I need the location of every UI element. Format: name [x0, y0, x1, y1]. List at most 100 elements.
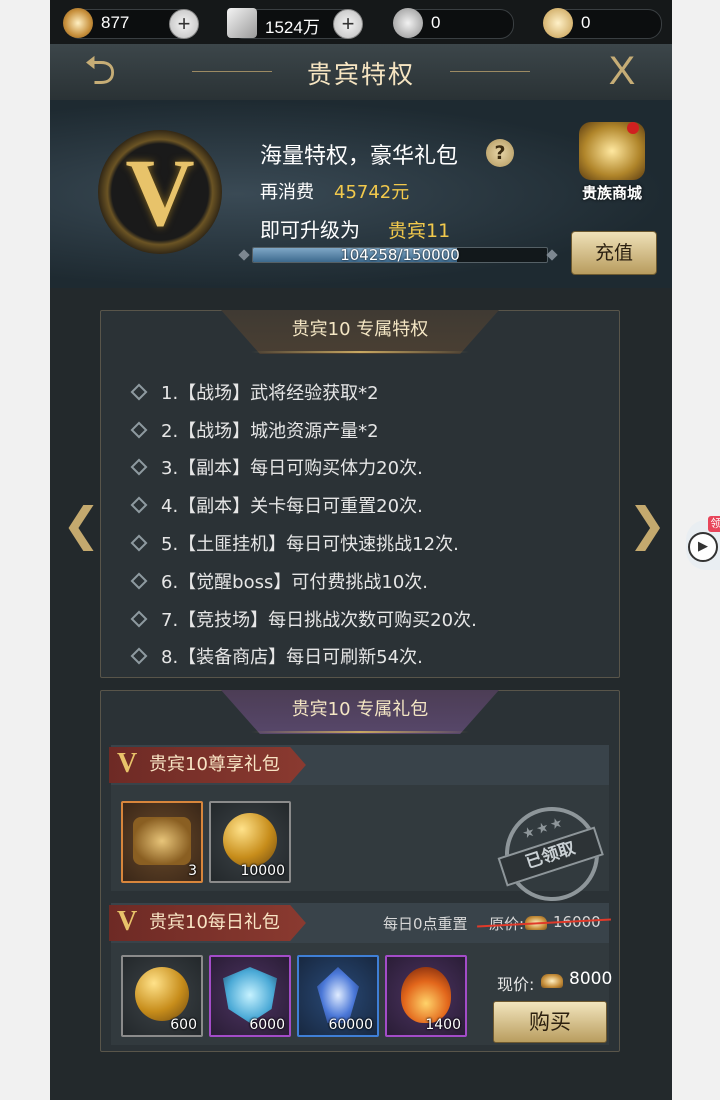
claimed-stamp: ★★★ 已领取 [492, 794, 612, 914]
item-count: 600 [170, 1017, 197, 1033]
privilege-text: 3.【副本】每日可购买体力20次. [161, 458, 423, 480]
diamond-bullet-icon [130, 647, 148, 665]
upgrade-label: 即可升级为 [260, 218, 360, 242]
item-count: 6000 [249, 1017, 285, 1033]
noble-shop-icon [579, 122, 645, 180]
wheat-icon [543, 8, 573, 38]
claim-tag: 领 [708, 516, 720, 532]
spend-label: 再消费 [260, 182, 314, 203]
diamond-bullet-icon [130, 421, 148, 439]
gift-item[interactable]: 1400 [385, 955, 467, 1037]
food-value: 0 [581, 13, 591, 32]
diamond-bullet-icon [130, 458, 148, 476]
item-count: 60000 [328, 1017, 373, 1033]
gift-item[interactable]: 600 [121, 955, 203, 1037]
coin-value: 0 [431, 13, 441, 32]
fire-orb-icon [401, 967, 451, 1023]
copper-ingot-icon [63, 8, 93, 38]
chevron-left-icon: ❮ [62, 497, 101, 551]
gift-item[interactable]: 6000 [209, 955, 291, 1037]
list-item: 6.【觉醒boss】可付费挑战10次. [130, 562, 477, 600]
item-count: 10000 [240, 863, 285, 879]
privilege-text: 2.【战场】城池资源产量*2 [161, 420, 379, 442]
app-window: 877 + 1524万 + 0 0 ⮌ 贵宾特权 X V 海量特权，豪华礼包 ?… [50, 0, 672, 1100]
silver-value: 1524万 [265, 18, 320, 37]
tab-underline [251, 351, 469, 353]
resource-coin: 0 [393, 8, 514, 39]
vip-headline: 海量特权，豪华礼包 [260, 144, 459, 169]
daily-gift-pack: 贵宾10每日礼包 V 每日0点重置 原价: 16000 600 6000 [109, 903, 613, 1045]
privilege-text: 7.【竞技场】每日挑战次数可购买20次. [161, 609, 477, 631]
diamond-bullet-icon [130, 610, 148, 628]
spend-value: 45742元 [334, 182, 410, 203]
vip-progress-bar: 104258/150000 [252, 247, 548, 263]
content-area: 贵宾10 专属特权 1.【战场】武将经验获取*2 2.【战场】城池资源产量*2 … [50, 288, 672, 1100]
privilege-text: 5.【土匪挂机】每日可快速挑战12次. [161, 534, 459, 556]
silver-ingot-icon [227, 8, 257, 38]
noble-shop-label: 贵族商城 [581, 184, 642, 202]
prev-vip-button[interactable]: ❮ [62, 496, 101, 552]
privileges-list: 1.【战场】武将经验获取*2 2.【战场】城池资源产量*2 3.【副本】每日可购… [130, 373, 477, 676]
pack-title: 贵宾10每日礼包 [109, 905, 306, 941]
pack-header: 贵宾10每日礼包 V 每日0点重置 原价: 16000 [109, 903, 611, 943]
list-item: 8.【装备商店】每日可刷新54次. [130, 638, 477, 676]
current-price-label: 现价: [497, 975, 535, 994]
add-copper-button[interactable]: + [169, 9, 199, 39]
privilege-text: 8.【装备商店】每日可刷新54次. [161, 647, 423, 669]
buy-button[interactable]: 购买 [493, 1001, 607, 1043]
upgrade-level: 贵宾11 [388, 220, 451, 242]
close-button[interactable]: X [572, 46, 672, 98]
ice-shield-icon [223, 967, 277, 1023]
help-icon[interactable]: ? [486, 139, 514, 167]
close-icon: X [608, 49, 636, 93]
privilege-text: 1.【战场】武将经验获取*2 [161, 382, 379, 404]
exclusive-gift-pack: 贵宾10尊享礼包 V 3 10000 ★★★ 已领取 [109, 745, 612, 914]
list-item: 7.【竞技场】每日挑战次数可购买20次. [130, 600, 477, 638]
vip-v-icon: V [117, 748, 138, 779]
pack-title: 贵宾10尊享礼包 [109, 747, 306, 783]
pack-header: 贵宾10尊享礼包 V [109, 745, 609, 785]
tab-underline [251, 731, 469, 733]
gift-item[interactable]: 10000 [209, 801, 291, 883]
treasure-chest-icon [133, 817, 191, 865]
chevron-right-icon: ❯ [628, 497, 667, 551]
play-icon: ▶ [688, 532, 718, 562]
privilege-text: 4.【副本】关卡每日可重置20次. [161, 496, 423, 518]
add-silver-button[interactable]: + [333, 9, 363, 39]
blue-crystal-icon [317, 967, 359, 1023]
progress-text: 104258/150000 [340, 247, 460, 263]
gift-item[interactable]: 3 [121, 801, 203, 883]
gold-orb-icon [135, 967, 189, 1021]
privileges-panel: 贵宾10 专属特权 1.【战场】武将经验获取*2 2.【战场】城池资源产量*2 … [100, 310, 620, 678]
gift-packs-tab-title: 贵宾10 专属礼包 [221, 690, 499, 734]
list-item: 1.【战场】武将经验获取*2 [130, 373, 477, 411]
diamond-bullet-icon [130, 534, 148, 552]
recharge-button[interactable]: 充值 [571, 231, 657, 275]
floating-widget[interactable]: ▶ 领 [686, 516, 720, 570]
progress-cap-left [238, 249, 250, 261]
privilege-text: 6.【觉醒boss】可付费挑战10次. [161, 571, 428, 593]
list-item: 4.【副本】关卡每日可重置20次. [130, 486, 477, 524]
list-item: 3.【副本】每日可购买体力20次. [130, 449, 477, 487]
coin-icon [393, 8, 423, 38]
gift-packs-panel: 贵宾10 专属礼包 贵宾10尊享礼包 V 3 10000 ★★★ 已领取 贵宾1… [100, 690, 620, 1052]
privileges-tab-title: 贵宾10 专属特权 [221, 310, 499, 354]
diamond-bullet-icon [130, 572, 148, 590]
page-header: ⮌ 贵宾特权 X [50, 44, 672, 102]
gold-orb-icon [223, 813, 277, 867]
progress-cap-right [546, 249, 558, 261]
resource-food: 0 [543, 8, 662, 39]
list-item: 2.【战场】城池资源产量*2 [130, 411, 477, 449]
vip-badge-icon: V [98, 130, 222, 254]
next-vip-button[interactable]: ❯ [628, 496, 667, 552]
diamond-bullet-icon [130, 383, 148, 401]
copper-value: 877 [101, 13, 130, 32]
gift-item[interactable]: 60000 [297, 955, 379, 1037]
resource-bar: 877 + 1524万 + 0 0 [50, 0, 672, 44]
vip-v-icon: V [117, 906, 138, 937]
notification-dot [627, 122, 639, 134]
current-price: 8000 [569, 969, 613, 989]
noble-shop-button[interactable]: 贵族商城 [564, 122, 660, 212]
resource-silver: 1524万 + [227, 8, 363, 39]
title-ornament-right [450, 71, 530, 72]
